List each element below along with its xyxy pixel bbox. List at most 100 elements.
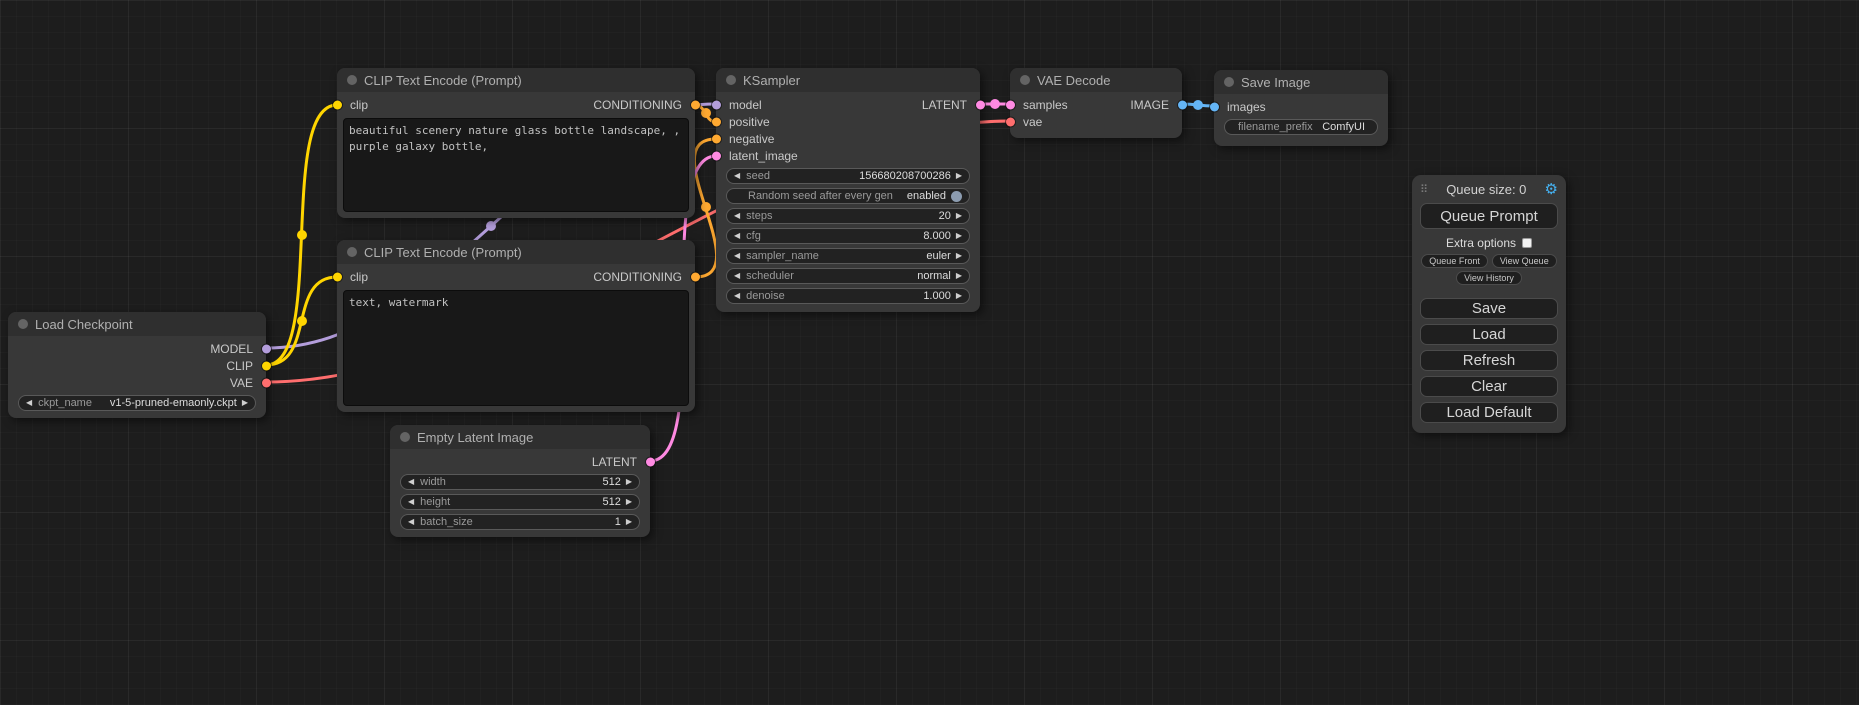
random-seed-toggle-widget[interactable]: Random seed after every gen enabled — [726, 188, 970, 204]
positive-prompt-textarea[interactable]: beautiful scenery nature glass bottle la… — [343, 118, 689, 212]
widget-label: sampler_name — [746, 250, 819, 262]
comfy-menu-panel[interactable]: ⠿ Queue size: 0 ⚙ Queue Prompt Extra opt… — [1412, 175, 1566, 433]
queue-prompt-button[interactable]: Queue Prompt — [1420, 203, 1558, 229]
queue-front-button[interactable]: Queue Front — [1421, 254, 1488, 268]
load-button[interactable]: Load — [1420, 324, 1558, 345]
scheduler-widget[interactable]: ◀ scheduler normal ▶ — [726, 268, 970, 284]
increment-arrow-icon[interactable]: ▶ — [956, 292, 962, 300]
steps-widget[interactable]: ◀ steps 20 ▶ — [726, 208, 970, 224]
images-input-port[interactable] — [1210, 102, 1219, 111]
decrement-arrow-icon[interactable]: ◀ — [26, 399, 32, 407]
clear-button[interactable]: Clear — [1420, 376, 1558, 397]
port-label: LATENT — [592, 455, 637, 469]
node-empty-latent-image[interactable]: Empty Latent Image LATENT ◀ width 512 ▶ … — [390, 425, 650, 537]
ckpt-name-widget[interactable]: ◀ ckpt_name v1-5-pruned-emaonly.ckpt ▶ — [18, 395, 256, 411]
widget-label: denoise — [746, 290, 785, 302]
widget-value: 512 — [602, 476, 620, 488]
conditioning-output-port[interactable] — [691, 100, 700, 109]
port-label: LATENT — [922, 98, 967, 112]
vae-input-port[interactable] — [1006, 117, 1015, 126]
collapse-toggle-icon[interactable] — [400, 432, 410, 442]
increment-arrow-icon[interactable]: ▶ — [956, 252, 962, 260]
increment-arrow-icon[interactable]: ▶ — [626, 498, 632, 506]
image-output-port[interactable] — [1178, 100, 1187, 109]
toggle-knob-icon[interactable] — [951, 191, 962, 202]
collapse-toggle-icon[interactable] — [18, 319, 28, 329]
increment-arrow-icon[interactable]: ▶ — [956, 272, 962, 280]
node-clip-text-encode-negative[interactable]: CLIP Text Encode (Prompt) clip CONDITION… — [337, 240, 695, 412]
collapse-toggle-icon[interactable] — [347, 75, 357, 85]
denoise-widget[interactable]: ◀ denoise 1.000 ▶ — [726, 288, 970, 304]
model-output-port[interactable] — [262, 344, 271, 353]
positive-input-port[interactable] — [712, 117, 721, 126]
link-midpoint-dot — [486, 221, 496, 231]
node-title-bar[interactable]: CLIP Text Encode (Prompt) — [337, 240, 695, 264]
batch-size-widget[interactable]: ◀ batch_size 1 ▶ — [400, 514, 640, 530]
extra-options-checkbox[interactable] — [1522, 238, 1532, 248]
latent-output-port[interactable] — [976, 100, 985, 109]
decrement-arrow-icon[interactable]: ◀ — [734, 232, 740, 240]
load-default-button[interactable]: Load Default — [1420, 402, 1558, 423]
decrement-arrow-icon[interactable]: ◀ — [408, 498, 414, 506]
decrement-arrow-icon[interactable]: ◀ — [734, 272, 740, 280]
collapse-toggle-icon[interactable] — [1020, 75, 1030, 85]
node-vae-decode[interactable]: VAE Decode samples IMAGE vae — [1010, 68, 1182, 138]
width-widget[interactable]: ◀ width 512 ▶ — [400, 474, 640, 490]
widget-value: 512 — [602, 496, 620, 508]
node-clip-text-encode-positive[interactable]: CLIP Text Encode (Prompt) clip CONDITION… — [337, 68, 695, 218]
menu-drag-handle-icon[interactable]: ⠿ — [1420, 183, 1428, 196]
model-input-port[interactable] — [712, 100, 721, 109]
collapse-toggle-icon[interactable] — [1224, 77, 1234, 87]
view-queue-button[interactable]: View Queue — [1492, 254, 1557, 268]
settings-gear-icon[interactable]: ⚙ — [1545, 182, 1558, 197]
refresh-button[interactable]: Refresh — [1420, 350, 1558, 371]
decrement-arrow-icon[interactable]: ◀ — [734, 252, 740, 260]
negative-prompt-textarea[interactable]: text, watermark — [343, 290, 689, 406]
decrement-arrow-icon[interactable]: ◀ — [734, 212, 740, 220]
clip-input-port[interactable] — [333, 272, 342, 281]
view-history-button[interactable]: View History — [1456, 271, 1522, 285]
node-title: CLIP Text Encode (Prompt) — [364, 73, 522, 88]
height-widget[interactable]: ◀ height 512 ▶ — [400, 494, 640, 510]
cfg-widget[interactable]: ◀ cfg 8.000 ▶ — [726, 228, 970, 244]
increment-arrow-icon[interactable]: ▶ — [626, 478, 632, 486]
link-midpoint-dot — [297, 230, 307, 240]
increment-arrow-icon[interactable]: ▶ — [242, 399, 248, 407]
node-title-bar[interactable]: Load Checkpoint — [8, 312, 266, 336]
increment-arrow-icon[interactable]: ▶ — [956, 212, 962, 220]
node-load-checkpoint[interactable]: Load Checkpoint MODEL CLIP VAE ◀ ckpt_na… — [8, 312, 266, 418]
decrement-arrow-icon[interactable]: ◀ — [408, 478, 414, 486]
seed-widget[interactable]: ◀ seed 156680208700286 ▶ — [726, 168, 970, 184]
node-title-bar[interactable]: KSampler — [716, 68, 980, 92]
clip-input-port[interactable] — [333, 100, 342, 109]
node-ksampler[interactable]: KSampler model LATENT positive negative … — [716, 68, 980, 312]
decrement-arrow-icon[interactable]: ◀ — [734, 292, 740, 300]
node-title-bar[interactable]: Save Image — [1214, 70, 1388, 94]
negative-input-port[interactable] — [712, 134, 721, 143]
collapse-toggle-icon[interactable] — [726, 75, 736, 85]
clip-output-port[interactable] — [262, 361, 271, 370]
node-graph-canvas[interactable]: Load Checkpoint MODEL CLIP VAE ◀ ckpt_na… — [0, 0, 1859, 705]
increment-arrow-icon[interactable]: ▶ — [626, 518, 632, 526]
latent-output-port[interactable] — [646, 457, 655, 466]
collapse-toggle-icon[interactable] — [347, 247, 357, 257]
node-title-bar[interactable]: CLIP Text Encode (Prompt) — [337, 68, 695, 92]
save-button[interactable]: Save — [1420, 298, 1558, 319]
queue-size-label: Queue size: 0 — [1428, 182, 1544, 197]
port-row: images — [1214, 98, 1388, 115]
conditioning-output-port[interactable] — [691, 272, 700, 281]
samples-input-port[interactable] — [1006, 100, 1015, 109]
filename-prefix-widget[interactable]: filename_prefix ComfyUI — [1224, 119, 1378, 135]
vae-output-port[interactable] — [262, 378, 271, 387]
node-title-bar[interactable]: VAE Decode — [1010, 68, 1182, 92]
increment-arrow-icon[interactable]: ▶ — [956, 172, 962, 180]
sampler-name-widget[interactable]: ◀ sampler_name euler ▶ — [726, 248, 970, 264]
increment-arrow-icon[interactable]: ▶ — [956, 232, 962, 240]
node-save-image[interactable]: Save Image images filename_prefix ComfyU… — [1214, 70, 1388, 146]
node-title-bar[interactable]: Empty Latent Image — [390, 425, 650, 449]
decrement-arrow-icon[interactable]: ◀ — [734, 172, 740, 180]
latent-image-input-port[interactable] — [712, 151, 721, 160]
port-label: clip — [350, 98, 368, 112]
decrement-arrow-icon[interactable]: ◀ — [408, 518, 414, 526]
port-row: vae — [1010, 113, 1182, 130]
